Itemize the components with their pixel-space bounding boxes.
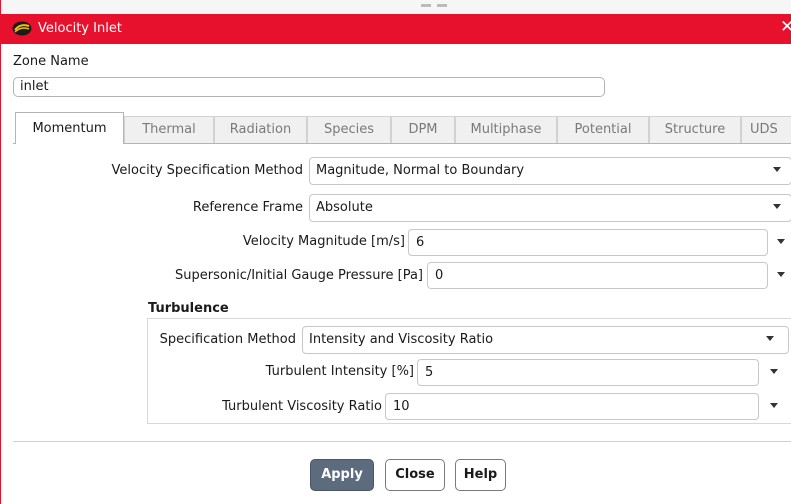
ansys-fluent-icon [12,21,32,36]
reference-frame-value: Absolute [316,200,373,215]
tab-dpm[interactable]: DPM [391,116,455,143]
turbulence-spec-dropdown[interactable]: Intensity and Viscosity Ratio [302,326,789,354]
gauge-pressure-input[interactable]: 0 [427,262,768,289]
background-window-strip [1,0,791,14]
apply-button[interactable]: Apply [310,459,374,491]
gauge-pressure-options-icon[interactable] [777,272,785,277]
chevron-down-icon [773,204,781,209]
close-button[interactable]: Close [385,459,445,491]
turbulent-intensity-input[interactable]: 5 [417,359,759,386]
turbulence-group-title: Turbulence [148,301,229,316]
velocity-magnitude-options-icon[interactable] [777,239,785,244]
close-icon[interactable]: ✕ [780,16,791,38]
zone-name-label: Zone Name [13,54,89,69]
tab-species[interactable]: Species [307,116,391,143]
tab-uds[interactable]: UDS [741,116,791,143]
tab-divider [13,143,791,144]
turbulent-viscosity-ratio-options-icon[interactable] [770,403,778,408]
tab-potential[interactable]: Potential [557,116,649,143]
chevron-down-icon [773,167,781,172]
tab-bar: Momentum Thermal Radiation Species DPM M… [15,112,791,144]
turbulent-viscosity-ratio-input[interactable]: 10 [385,393,759,420]
tab-momentum[interactable]: Momentum [15,112,124,144]
help-button[interactable]: Help [455,459,506,491]
zone-name-input[interactable]: inlet [13,77,605,97]
velocity-magnitude-label: Velocity Magnitude [m/s] [242,234,405,249]
window-title: Velocity Inlet [38,21,122,36]
velocity-magnitude-input[interactable]: 6 [408,229,768,256]
turbulent-viscosity-ratio-label: Turbulent Viscosity Ratio [222,399,382,414]
velocity-inlet-dialog: Velocity Inlet ✕ Zone Name inlet Momentu… [0,0,791,504]
velocity-spec-label: Velocity Specification Method [111,163,303,178]
background-tick [421,4,431,7]
title-bar[interactable]: Velocity Inlet ✕ [1,0,791,44]
turbulence-spec-value: Intensity and Viscosity Ratio [309,332,494,347]
tab-radiation[interactable]: Radiation [214,116,307,143]
background-tick [437,4,447,7]
turbulence-spec-label: Specification Method [159,332,296,347]
gauge-pressure-label: Supersonic/Initial Gauge Pressure [Pa] [175,268,423,283]
chevron-down-icon [766,336,774,341]
velocity-spec-dropdown[interactable]: Magnitude, Normal to Boundary [309,157,791,185]
tab-multiphase[interactable]: Multiphase [455,116,557,143]
reference-frame-label: Reference Frame [192,200,303,215]
tab-thermal[interactable]: Thermal [124,116,214,143]
reference-frame-dropdown[interactable]: Absolute [309,194,791,222]
tab-structure[interactable]: Structure [649,116,741,143]
footer-separator [13,441,791,442]
velocity-spec-value: Magnitude, Normal to Boundary [316,163,525,178]
turbulent-intensity-options-icon[interactable] [770,369,778,374]
turbulent-intensity-label: Turbulent Intensity [%] [265,364,414,379]
